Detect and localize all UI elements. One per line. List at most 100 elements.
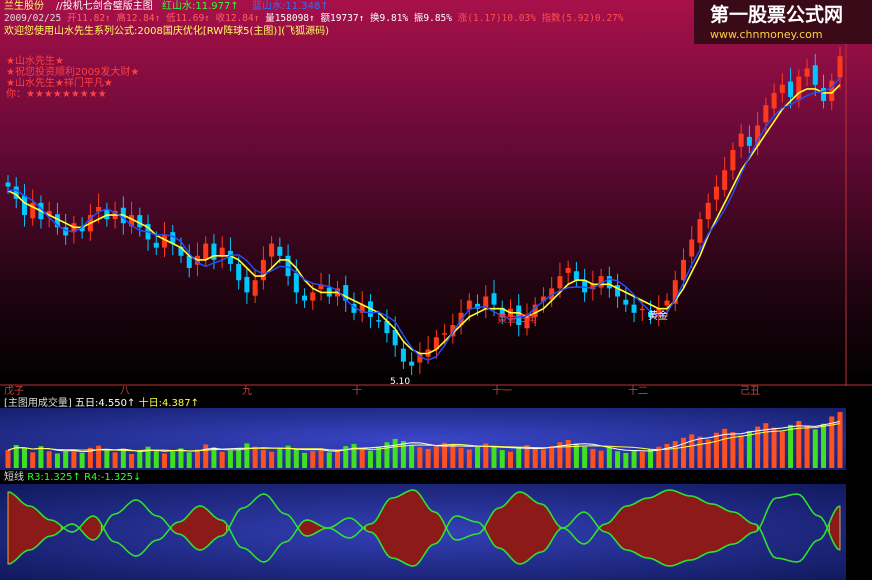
candle-body [746,136,752,146]
month-label: 八 [120,386,130,397]
candle-body [186,255,192,268]
volume-bar [738,435,744,468]
candle-body [631,304,637,313]
quote-line: 2009/02/25 开11.82↑ 高12.84↑ 低11.69↑ 收12.8… [4,13,624,25]
volume-bar [392,438,398,468]
volume-bar [293,449,299,468]
candle-body [302,295,308,301]
volume-header: [主图用成交量] 五日:4.550↑ 十日:4.387↑ [4,398,199,410]
volume-bar [104,450,110,468]
candle-body [557,276,563,289]
month-label: 九 [242,386,252,397]
candle-body [244,276,250,293]
quote-volume: 量158098↑ [265,13,315,24]
volume-bar [425,448,431,468]
volume-bar [804,425,810,468]
candle-body [252,280,258,296]
month-label: 十 [352,386,362,397]
quote-turnover: 换9.81% [370,13,409,24]
gold-label: 黄金 [648,311,668,322]
volume-background [0,408,846,470]
volume-bar [310,451,316,468]
volume-bar [458,447,464,468]
welcome-text: 欢迎您使用山水先生系列公式:2008国庆优化[RW阵球5(主图)](飞狐源码) [4,26,330,37]
candle-body [582,280,588,293]
volume-bar [5,450,11,468]
volume-bar [598,450,604,468]
volume-bar [38,446,44,468]
volume-bar [244,443,250,468]
volume-bar [277,448,283,468]
volume-bar [170,451,176,468]
volume-bar [565,440,571,468]
volume-bar [367,450,373,468]
oscillator-chart[interactable] [0,484,872,580]
candle-body [442,333,448,335]
watermark-logo: 第一股票公式网 www.chnmoney.com [694,0,872,44]
candle-body [21,195,27,216]
volume-bar [71,449,77,468]
volume-bar [112,452,118,468]
candle-body [293,272,299,293]
volume-bar [771,427,777,468]
volume-bar [120,448,126,468]
volume-bar [623,452,629,468]
volume-bar [689,434,695,468]
candle-body [260,259,266,281]
chart-background [0,0,872,386]
quote-date: 2009/02/25 [4,13,62,24]
candle-body [779,84,785,93]
volume-bar [540,449,546,468]
watermark-url: www.chnmoney.com [710,28,823,41]
volume-bar [697,436,703,468]
volume-ma5: 五日:4.550↑ [75,398,136,409]
month-label: 十一 [492,386,512,397]
volume-bar [639,451,645,468]
volume-bar [788,424,794,468]
candle-body [771,92,777,109]
candle-body [573,271,579,281]
candle-body [400,348,406,362]
volume-bar [376,446,382,468]
volume-bar [351,443,357,468]
volume-bar [236,447,242,468]
candle-body [153,242,159,248]
volume-bar [211,447,217,468]
candle-body [664,300,670,306]
volume-bar [46,451,52,468]
volume-bar [252,446,258,468]
volume-bar [680,437,686,468]
volume-bar [162,453,168,468]
oscillator-title: 短线 [4,472,24,483]
volume-bar [582,446,588,468]
candle-body [713,186,719,200]
quote-change: 涨(1.17)10.03% [457,13,536,24]
volume-bar [615,451,621,468]
volume-bar [79,452,85,468]
candle-body [639,308,645,311]
oscillator-r4: R4:-1.325↓ [84,472,142,483]
candle-body [697,219,703,243]
candle-body [730,149,736,171]
quote-amount: 额19737↑ [320,13,365,24]
volume-bar [672,441,678,468]
volume-bar [129,454,135,468]
main-chart-panel[interactable]: 兰生股份 //投机七剑合璧版主图 红山水:11.977↑ 蓝山水:11.348↑… [0,0,872,387]
volume-bar [590,448,596,468]
volume-bar [821,423,827,468]
candle-body [722,170,728,190]
month-label: 己丑 [740,386,760,397]
volume-bar [21,448,27,468]
volume-bar [837,412,843,468]
oscillator-r3: R3:1.325↑ [27,472,81,483]
volume-bar [507,451,513,468]
price-chart[interactable] [0,0,872,386]
candle-body [277,246,283,256]
volume-bar [442,442,448,468]
oscillator-panel[interactable]: 短线 R3:1.325↑ R4:-1.325↓ [0,472,872,580]
volume-bar [326,452,332,468]
volume-ma10: 十日:4.387↑ [138,398,199,409]
volume-panel[interactable]: [主图用成交量] 五日:4.550↑ 十日:4.387↑ [0,398,872,470]
volume-bar [153,450,159,468]
volume-bar [475,446,481,468]
